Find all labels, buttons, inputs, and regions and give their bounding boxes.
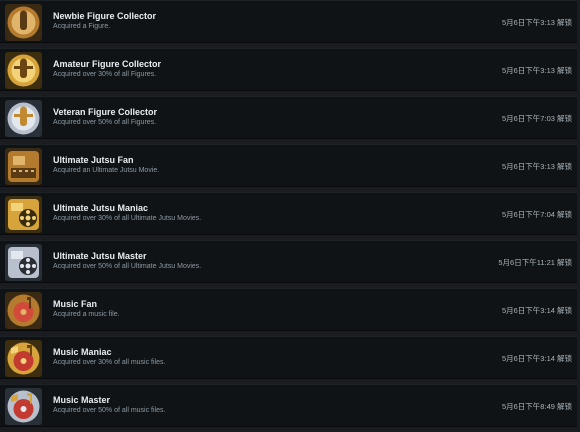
achievement-row[interactable]: Amateur Figure Collector Acquired over 3… — [0, 48, 577, 91]
figure-silver-icon — [5, 100, 42, 137]
achievement-title: Ultimate Jutsu Maniac — [53, 203, 149, 213]
achievement-description: Acquired over 30% of all Ultimate Jutsu … — [53, 215, 202, 222]
achievement-row[interactable]: Ultimate Jutsu Maniac Acquired over 30% … — [0, 192, 577, 235]
unlock-time: 5月6日下午11:21 解锁 — [498, 258, 572, 267]
achievement-row[interactable]: Music Fan Acquired a music file. 5月6日下午3… — [0, 288, 577, 331]
achievement-row[interactable]: Ultimate Jutsu Fan Acquired an Ultimate … — [0, 144, 577, 187]
achievement-description: Acquired a music file. — [53, 311, 120, 318]
achievement-title: Amateur Figure Collector — [53, 59, 162, 69]
achievement-description: Acquired over 30% of all music files. — [53, 359, 166, 366]
achievement-title: Newbie Figure Collector — [53, 11, 157, 21]
achievement-description: Acquired a Figure. — [53, 23, 111, 30]
music-gold-icon — [5, 340, 42, 377]
unlock-time: 5月6日下午7:04 解锁 — [501, 210, 572, 219]
unlock-time: 5月6日下午3:13 解锁 — [501, 162, 572, 171]
achievement-row[interactable]: Newbie Figure Collector Acquired a Figur… — [0, 0, 577, 43]
achievement-description: Acquired an Ultimate Jutsu Movie. — [53, 167, 160, 174]
achievement-row[interactable]: Veteran Figure Collector Acquired over 5… — [0, 96, 577, 139]
unlock-time: 5月6日下午3:13 解锁 — [501, 66, 572, 75]
film-bronze-icon — [5, 148, 42, 185]
achievement-description: Acquired over 30% of all Figures. — [53, 71, 157, 78]
unlock-time: 5月6日下午7:03 解锁 — [501, 114, 572, 123]
achievement-title: Veteran Figure Collector — [53, 107, 158, 117]
unlock-time: 5月6日下午3:14 解锁 — [501, 306, 572, 315]
achievement-description: Acquired over 50% of all Figures. — [53, 119, 157, 126]
achievement-row[interactable]: Music Maniac Acquired over 30% of all mu… — [0, 336, 577, 379]
figure-bronze-icon — [5, 4, 42, 41]
achievement-title: Music Master — [53, 395, 111, 405]
music-bronze-icon — [5, 292, 42, 329]
figure-gold-icon — [5, 52, 42, 89]
achievement-title: Music Fan — [53, 299, 98, 309]
achievement-title: Ultimate Jutsu Fan — [53, 155, 134, 165]
unlock-time: 5月6日下午3:13 解锁 — [501, 18, 572, 27]
achievement-description: Acquired over 50% of all Ultimate Jutsu … — [53, 263, 202, 270]
achievement-list: Newbie Figure Collector Acquired a Figur… — [0, 0, 580, 432]
unlock-time: 5月6日下午3:14 解锁 — [501, 354, 572, 363]
unlock-time: 5月6日下午8:49 解锁 — [501, 402, 572, 411]
film-silver-icon — [5, 244, 42, 281]
achievement-row[interactable]: Ultimate Jutsu Master Acquired over 50% … — [0, 240, 577, 283]
achievement-description: Acquired over 50% of all music files. — [53, 407, 166, 414]
music-silver-icon — [5, 388, 42, 425]
achievement-title: Music Maniac — [53, 347, 112, 357]
achievement-row[interactable]: Music Master Acquired over 50% of all mu… — [0, 384, 577, 427]
film-gold-icon — [5, 196, 42, 233]
achievement-title: Ultimate Jutsu Master — [53, 251, 147, 261]
